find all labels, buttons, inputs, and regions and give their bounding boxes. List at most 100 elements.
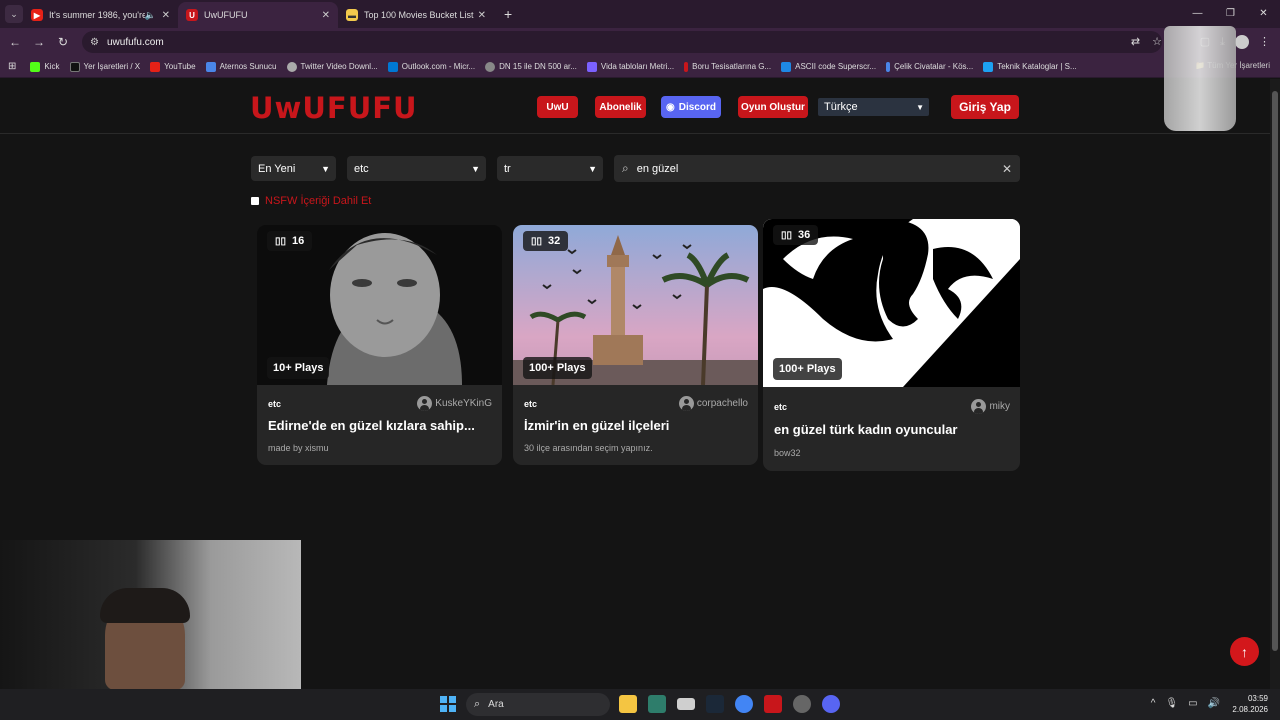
card-category: etc xyxy=(268,399,282,409)
nsfw-toggle[interactable]: NSFW İçeriği Dahil Et xyxy=(251,195,371,207)
category-select[interactable]: etc ▼ xyxy=(347,156,486,181)
microphone-icon[interactable]: 🎙 xyxy=(1165,698,1178,709)
bookmark-star-icon[interactable]: ☆ xyxy=(1152,31,1162,53)
search-input[interactable]: ⌕ en güzel ✕ xyxy=(614,155,1020,182)
page-scrollbar[interactable] xyxy=(1270,79,1280,689)
plays-badge: 100+ Plays xyxy=(773,358,842,380)
card-title[interactable]: en güzel türk kadın oyuncular xyxy=(774,422,1009,437)
app-icon[interactable] xyxy=(677,698,695,710)
metric-icon xyxy=(586,61,597,72)
bookmark-item[interactable]: Kick xyxy=(30,61,60,72)
back-icon[interactable]: ← xyxy=(3,35,27,49)
language-select[interactable]: Türkçe ▼ xyxy=(818,98,929,116)
tray-chevron-up-icon[interactable]: ^ xyxy=(1151,698,1156,709)
site-info-icon[interactable]: ⚙ xyxy=(90,37,99,48)
scrollbar-thumb[interactable] xyxy=(1272,91,1278,651)
bookmark-item[interactable]: DN 15 ile DN 500 ar... xyxy=(485,61,577,72)
sort-select[interactable]: En Yeni ▼ xyxy=(251,156,336,181)
game-card[interactable]: ▯▯ 32 100+ Plays etc corpachello İzmir'i… xyxy=(513,225,758,465)
globe-icon xyxy=(485,61,496,72)
chrome-icon[interactable] xyxy=(735,695,753,713)
chevron-down-icon: ▼ xyxy=(471,163,480,174)
tab-youtube[interactable]: ▶ It's summer 1986, you're d 🔈 ✕ xyxy=(23,2,178,28)
site-header: UwUFUFU UwU Abonelik ◉ Discord Oyun Oluş… xyxy=(0,79,1270,134)
bookmark-item[interactable]: Vida tabloları Metri... xyxy=(586,61,674,72)
bookmark-item[interactable]: Twitter Video Downl... xyxy=(286,61,378,72)
bookmark-item[interactable]: Boru Tesisatlarına G... xyxy=(684,61,771,72)
clear-search-icon[interactable]: ✕ xyxy=(1002,162,1012,176)
bookmark-item[interactable]: Aternos Sunucu xyxy=(205,61,277,72)
item-count-badge: ▯▯ 32 xyxy=(523,231,569,251)
system-clock[interactable]: 03:59 2.08.2026 xyxy=(1232,693,1268,715)
profile-avatar-icon[interactable] xyxy=(1235,35,1249,49)
webcam-overlay xyxy=(0,540,301,690)
card-author[interactable]: KuskeYKinG xyxy=(417,396,492,411)
app-icon[interactable] xyxy=(793,695,811,713)
bookmark-item[interactable]: Çelik Civatalar - Kös... xyxy=(886,61,973,72)
game-card[interactable]: ▯▯ 16 10+ Plays etc KuskeYKinG Edirne'de… xyxy=(257,225,502,465)
bolt-icon xyxy=(886,61,891,72)
card-title[interactable]: Edirne'de en güzel kızlara sahip... xyxy=(268,418,493,433)
user-icon xyxy=(678,396,694,411)
card-author[interactable]: miky xyxy=(971,399,1010,414)
display-icon[interactable]: ▭ xyxy=(1188,698,1197,709)
translate-icon[interactable]: ⇄ xyxy=(1131,31,1140,53)
search-icon: ⌕ xyxy=(622,161,629,175)
menu-dots-icon[interactable]: ⋮ xyxy=(1259,31,1270,53)
tab-uwufufu[interactable]: U UwUFUFU ✕ xyxy=(178,2,338,28)
card-description: bow32 xyxy=(774,448,801,458)
forward-icon[interactable]: → xyxy=(27,35,51,49)
voicemeeter-icon[interactable] xyxy=(764,695,782,713)
card-description: made by xismu xyxy=(268,443,329,453)
bookmark-item[interactable]: Teknik Kataloglar | S... xyxy=(983,61,1077,72)
bookmark-item[interactable]: YouTube xyxy=(150,61,196,72)
bucket-list-favicon-icon: ▬ xyxy=(346,9,358,21)
tab-search-button[interactable]: ⌄ xyxy=(5,5,23,23)
card-description: 30 ilçe arasından seçim yapınız. xyxy=(524,443,653,453)
tab-title: It's summer 1986, you're d xyxy=(49,10,145,20)
address-bar[interactable]: ⚙ uwufufu.com xyxy=(82,31,1162,53)
card-author[interactable]: corpachello xyxy=(678,396,748,411)
login-button[interactable]: Giriş Yap xyxy=(951,95,1019,119)
locale-select[interactable]: tr ▼ xyxy=(497,156,603,181)
game-card[interactable]: ▯▯ 36 100+ Plays etc miky en güzel türk … xyxy=(763,219,1020,471)
close-icon[interactable]: ✕ xyxy=(162,10,170,21)
close-icon[interactable]: ✕ xyxy=(322,10,330,21)
volume-icon[interactable]: 🔊 xyxy=(1208,698,1220,709)
plays-badge: 100+ Plays xyxy=(523,357,592,379)
windows-start-icon[interactable] xyxy=(440,696,456,712)
create-game-button[interactable]: Oyun Oluştur xyxy=(738,96,808,118)
bookmark-item[interactable]: Yer İşaretleri / X xyxy=(69,61,140,72)
taskbar-search[interactable]: ⌕ Ara xyxy=(466,693,610,716)
reload-icon[interactable]: ↻ xyxy=(51,35,75,49)
close-icon[interactable]: ✕ xyxy=(478,10,486,21)
discord-icon[interactable] xyxy=(822,695,840,713)
person-hair xyxy=(100,588,190,623)
url-text: uwufufu.com xyxy=(106,36,164,48)
maximize-icon[interactable]: ❐ xyxy=(1214,0,1247,28)
nsfw-checkbox[interactable] xyxy=(251,197,259,205)
pipe-icon xyxy=(684,61,689,72)
scroll-to-top-button[interactable]: ↑ xyxy=(1230,637,1259,666)
close-window-icon[interactable]: ✕ xyxy=(1247,0,1280,28)
bookmark-item[interactable]: Outlook.com - Micr... xyxy=(387,61,475,72)
uwu-button[interactable]: UwU xyxy=(537,96,578,118)
cards-icon: ▯▯ xyxy=(275,235,287,247)
user-icon xyxy=(971,399,987,414)
discord-button[interactable]: ◉ Discord xyxy=(661,96,721,118)
subscription-button[interactable]: Abonelik xyxy=(595,96,646,118)
card-title[interactable]: İzmir'in en güzel ilçeleri xyxy=(524,418,749,433)
youtube-icon xyxy=(150,61,161,72)
minimize-icon[interactable]: — xyxy=(1181,0,1214,28)
tab-title: Top 100 Movies Bucket List xyxy=(364,10,474,20)
app-icon[interactable] xyxy=(648,695,666,713)
bookmark-item[interactable]: ASCII code Superscr... xyxy=(781,61,876,72)
new-tab-icon[interactable]: + xyxy=(504,6,512,22)
site-logo[interactable]: UwUFUFU xyxy=(250,91,418,125)
apps-grid-icon[interactable]: ⊞ xyxy=(8,61,16,72)
file-explorer-icon[interactable] xyxy=(619,695,637,713)
speaker-icon[interactable]: 🔈 xyxy=(145,10,156,21)
tab-movies[interactable]: ▬ Top 100 Movies Bucket List ✕ xyxy=(338,2,494,28)
item-count-badge: ▯▯ 36 xyxy=(773,225,819,245)
steam-icon[interactable] xyxy=(706,695,724,713)
